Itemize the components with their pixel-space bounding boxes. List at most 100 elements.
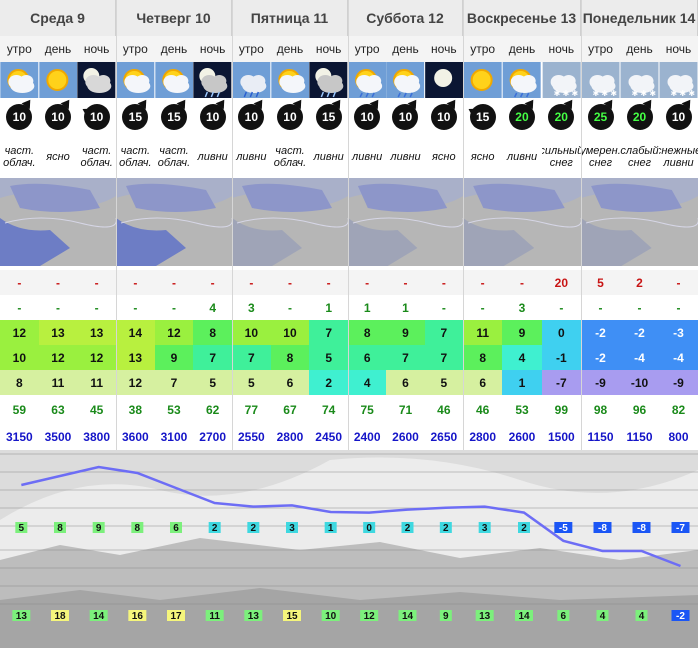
wind-direction-arrow-icon — [331, 96, 345, 110]
wind-direction-arrow-icon — [408, 96, 421, 110]
chart-data-label: -8 — [637, 523, 646, 534]
chart-data-label: 3 — [289, 523, 295, 534]
chart-data-label: -8 — [598, 523, 607, 534]
wind-speed-badge: 20 — [508, 96, 538, 130]
humidity-cell: 46 — [463, 397, 503, 422]
chart-data-label: 15 — [286, 611, 298, 622]
freezing-cell: 3800 — [77, 424, 116, 449]
snow-cell: - — [270, 270, 310, 295]
freezing-cell: 1500 — [541, 424, 581, 449]
wind-indicator: 25 — [581, 96, 620, 136]
weather-description: част. облач. — [273, 145, 307, 169]
day-header[interactable]: Среда 9 — [0, 0, 116, 36]
freezing-cell: 2550 — [232, 424, 271, 449]
weather-description: ливни — [390, 151, 421, 163]
snow-cell: - — [193, 270, 232, 295]
wind-indicator: 15 — [155, 96, 194, 136]
chart-data-label: -5 — [559, 523, 568, 534]
snow-cell: - — [116, 270, 155, 295]
temp_mid-cell: 10 — [0, 345, 39, 370]
temp_low-cell: -9 — [659, 370, 698, 395]
showers-night-icon — [309, 62, 348, 98]
chart-data-label: 2 — [443, 523, 449, 534]
period-label: день — [154, 36, 194, 62]
wind-indicator: 10 — [39, 96, 78, 136]
sun-icon — [463, 62, 502, 98]
temp_low-cell: -7 — [541, 370, 581, 395]
freezing-cell: 2800 — [270, 424, 310, 449]
freezing-cell: 2600 — [386, 424, 425, 449]
freezing-cell: 2400 — [348, 424, 387, 449]
svg-text:✱ ✱ ✱: ✱ ✱ ✱ — [632, 89, 657, 98]
temp_top-cell: -2 — [581, 320, 620, 345]
wind-speed-badge: 10 — [44, 96, 74, 130]
temp_top-cell: 9 — [502, 320, 542, 345]
period-label: утро — [463, 36, 503, 62]
partly-cloudy-rain-icon — [348, 62, 387, 98]
wind-indicator: 10 — [77, 98, 116, 136]
temp_low-cell: 11 — [77, 370, 116, 395]
chart-data-label: 2 — [212, 523, 218, 534]
period-label: день — [620, 36, 659, 62]
period-label: ночь — [541, 36, 581, 62]
humidity-cell: 74 — [309, 397, 348, 422]
partly-cloudy-day-icon — [154, 62, 194, 98]
weather-description: ливни — [236, 151, 267, 163]
wind-direction-arrow-icon — [79, 104, 92, 118]
humidity-cell: 82 — [659, 397, 698, 422]
chart-data-label: 1 — [328, 523, 334, 534]
day-header[interactable]: Понедельник 14 — [581, 0, 698, 36]
temp_low-cell: 5 — [424, 370, 463, 395]
freezing-cell: 800 — [659, 424, 698, 449]
temp_mid-cell: 13 — [116, 345, 155, 370]
temp_top-cell: -2 — [620, 320, 659, 345]
day-header[interactable]: Четверг 10 — [116, 0, 232, 36]
day-header[interactable]: Суббота 12 — [348, 0, 463, 36]
rain-cell: 3 — [232, 295, 271, 320]
wind-direction-arrow-icon — [603, 96, 616, 110]
freezing-cell: 2700 — [193, 424, 232, 449]
snow-cell: - — [309, 270, 348, 295]
chart-data-label: -2 — [676, 611, 685, 622]
period-label: утро — [348, 36, 387, 62]
snow-cell: - — [232, 270, 271, 295]
temp_low-cell: 1 — [502, 370, 542, 395]
chart-data-label: 4 — [639, 611, 645, 622]
temp_mid-cell: 7 — [424, 345, 463, 370]
snow-cell: - — [659, 270, 698, 295]
forecast-grid: Среда 9 Четверг 10 Пятница 11 Суббота 12 Вос… — [0, 0, 698, 450]
wind-indicator: 10 — [425, 96, 463, 136]
snow-icon: ✱ ✱ ✱ — [620, 62, 659, 98]
snow-cell: - — [0, 270, 39, 295]
temp_low-cell: 5 — [193, 370, 232, 395]
chart-data-label: 6 — [173, 523, 179, 534]
chart-data-label: 5 — [19, 523, 25, 534]
freezing-cell: 1150 — [581, 424, 620, 449]
weather-map — [116, 178, 232, 266]
temp_top-cell: 12 — [154, 320, 194, 345]
chart-data-label: 3 — [482, 523, 488, 534]
day-header[interactable]: Воскресенье 13 — [463, 0, 581, 36]
period-label: день — [270, 36, 310, 62]
chart-data-label: 14 — [93, 611, 105, 622]
wind-indicator: 15 — [309, 96, 348, 136]
wind-speed-badge: 10 — [6, 96, 35, 130]
temp_low-cell: 5 — [232, 370, 271, 395]
wind-speed-badge: 10 — [354, 96, 383, 130]
temp_mid-cell: 8 — [463, 345, 503, 370]
wind-direction-arrow-icon — [176, 96, 190, 110]
temp_top-cell: 13 — [77, 320, 116, 345]
snow-cell: 5 — [581, 270, 620, 295]
rain-cell: - — [659, 295, 698, 320]
humidity-cell: 77 — [232, 397, 271, 422]
chart-data-label: 12 — [364, 611, 376, 622]
chart-data-label: 9 — [443, 611, 449, 622]
temp_mid-cell: 7 — [193, 345, 232, 370]
sun-icon — [38, 62, 78, 98]
temp_top-cell: 0 — [541, 320, 581, 345]
day-header[interactable]: Пятница 11 — [232, 0, 348, 36]
weather-description: ливни — [352, 151, 383, 163]
snow-icon: ✱ ✱ ✱ — [581, 62, 620, 98]
period-label: день — [502, 36, 542, 62]
wind-indicator: 10 — [348, 96, 386, 136]
